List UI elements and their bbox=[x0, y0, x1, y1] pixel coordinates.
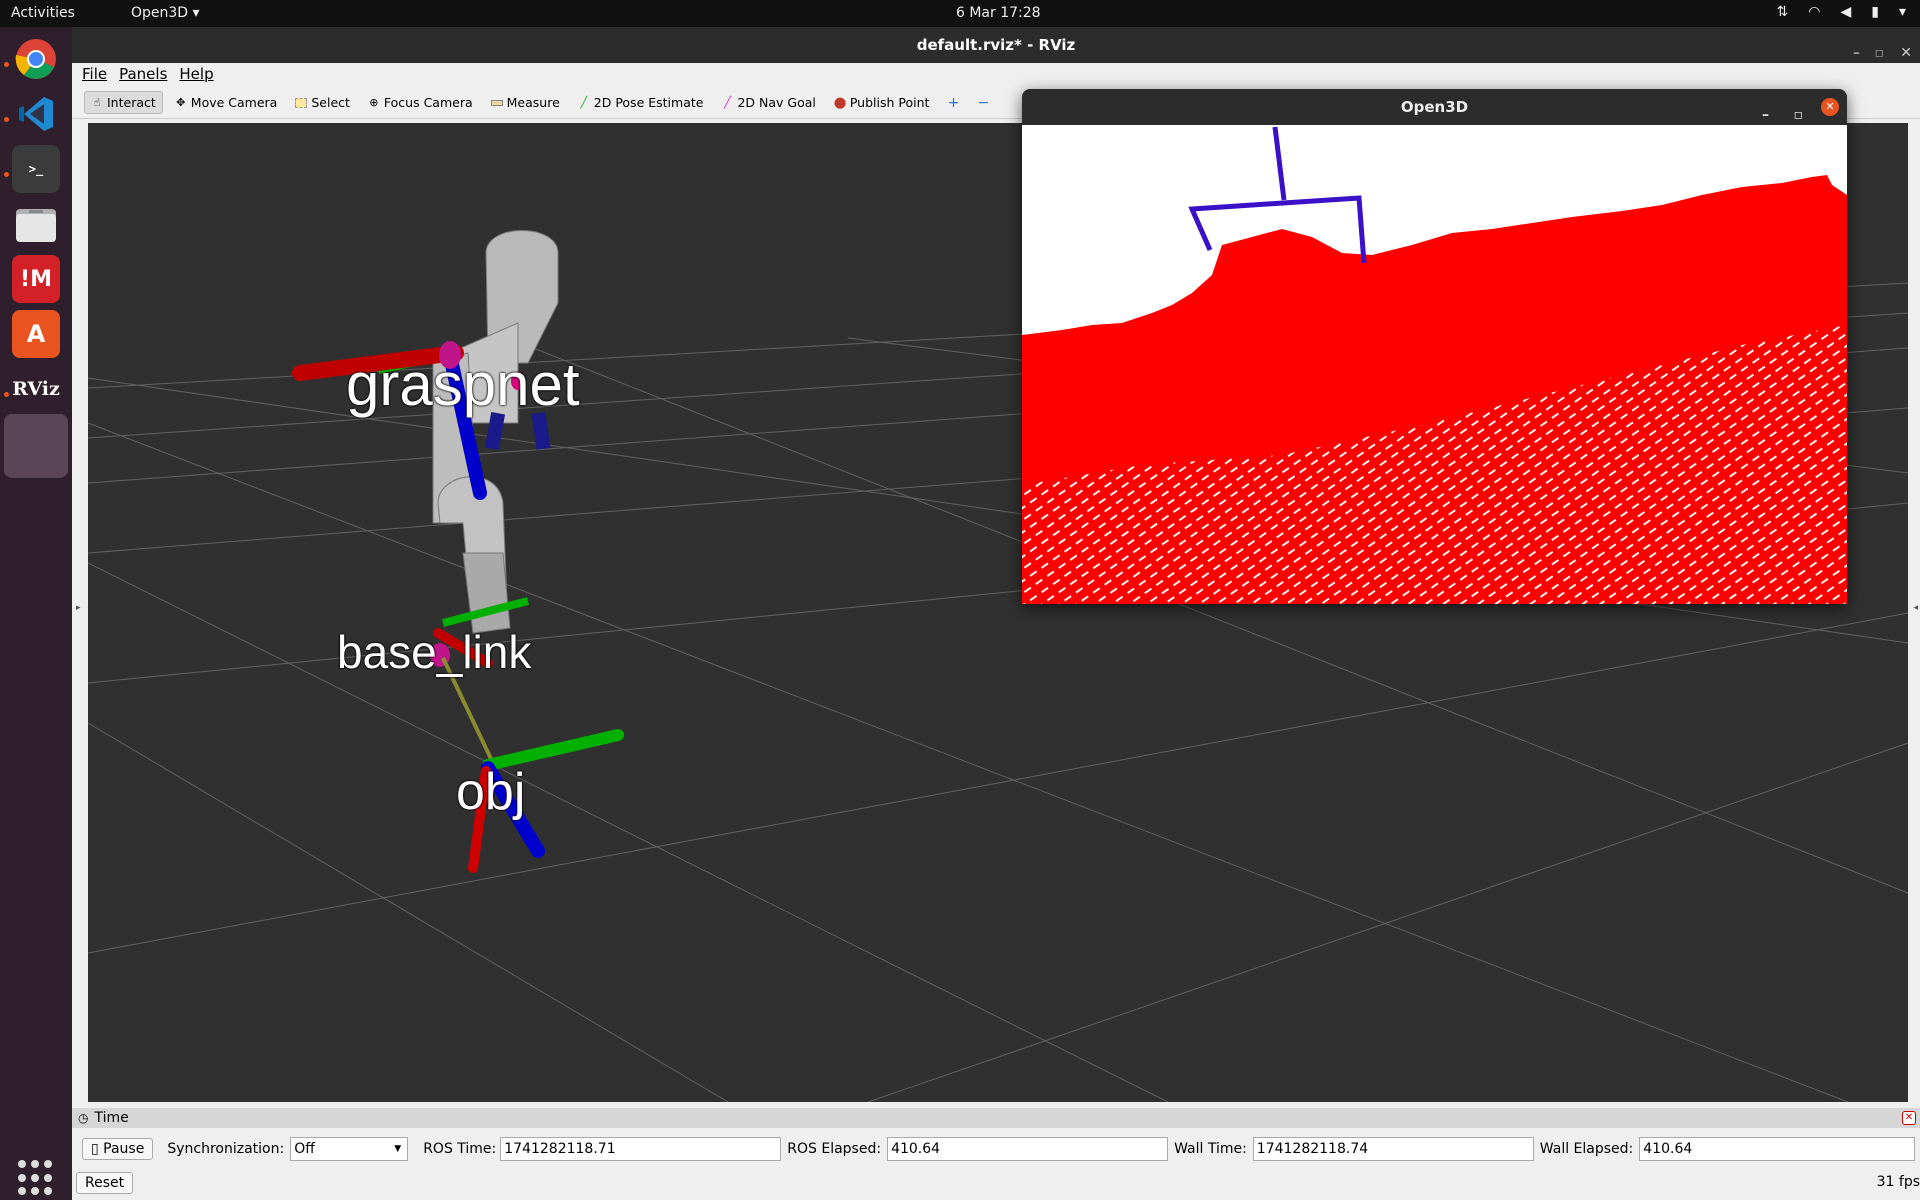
minus-icon: − bbox=[977, 94, 990, 111]
base-link-label: base_link bbox=[337, 626, 532, 678]
plus-icon: + bbox=[947, 94, 960, 111]
move-camera-tool[interactable]: ✥ Move Camera bbox=[169, 92, 284, 113]
system-top-bar: Activities Open3D ▾ 6 Mar 17:28 ⇅ ◠ ◀ ▮ … bbox=[0, 0, 1920, 27]
point-cloud-view[interactable] bbox=[1022, 125, 1847, 604]
wall-time-label: Wall Time: bbox=[1174, 1141, 1247, 1157]
tool-label: Publish Point bbox=[849, 95, 930, 110]
hand-icon: ☝ bbox=[93, 96, 101, 109]
rviz-icon[interactable]: RViz bbox=[12, 365, 60, 413]
vscode-icon[interactable] bbox=[12, 90, 60, 138]
ros-elapsed-label: ROS Elapsed: bbox=[787, 1141, 882, 1157]
ros-time-field[interactable]: 1741282118.71 bbox=[500, 1137, 782, 1161]
mendeley-icon[interactable]: !M bbox=[12, 255, 60, 303]
app-menu[interactable]: Open3D ▾ bbox=[131, 5, 200, 21]
reset-button[interactable]: Reset bbox=[76, 1172, 134, 1194]
open3d-icon[interactable] bbox=[4, 414, 68, 478]
tool-label: Focus Camera bbox=[383, 95, 473, 110]
pin-icon: ⬤ bbox=[833, 96, 847, 109]
wall-elapsed-field[interactable]: 410.64 bbox=[1639, 1137, 1916, 1161]
close-icon[interactable]: ✕ bbox=[1900, 35, 1912, 71]
menu-file[interactable]: File bbox=[82, 63, 107, 87]
measure-tool[interactable]: Measure bbox=[485, 92, 566, 113]
window-title: Open3D bbox=[1400, 98, 1469, 116]
tool-label: 2D Nav Goal bbox=[737, 95, 816, 110]
running-indicator bbox=[4, 172, 9, 177]
select-tool[interactable]: Select bbox=[289, 92, 356, 113]
minimize-icon[interactable]: – bbox=[1853, 35, 1860, 71]
tool-label: Measure bbox=[506, 95, 560, 110]
ruler-icon bbox=[490, 99, 503, 106]
files-icon[interactable] bbox=[12, 200, 60, 248]
network-icon[interactable]: ⇅ bbox=[1777, 4, 1789, 20]
pose-estimate-tool[interactable]: ╱ 2D Pose Estimate bbox=[572, 92, 710, 113]
focus-camera-icon: ⊕ bbox=[369, 96, 379, 109]
show-applications-button[interactable] bbox=[18, 1160, 54, 1196]
left-dock-collapse-icon[interactable]: ▸ bbox=[76, 603, 81, 613]
right-dock-collapse-icon[interactable]: ◂ bbox=[1913, 603, 1918, 613]
menu-bar: File Panels Help bbox=[72, 63, 1920, 87]
chrome-icon[interactable] bbox=[12, 35, 60, 83]
tool-label: Select bbox=[311, 95, 350, 110]
terminal-icon[interactable]: >_ bbox=[12, 145, 60, 193]
power-menu-icon[interactable]: ▾ bbox=[1899, 4, 1906, 20]
add-tool-button[interactable]: + bbox=[941, 92, 965, 114]
sync-value: Off bbox=[294, 1141, 315, 1157]
obj-label: obj bbox=[456, 763, 526, 821]
battery-icon[interactable]: ▮ bbox=[1871, 4, 1879, 20]
focus-camera-tool[interactable]: ⊕ Focus Camera bbox=[362, 92, 479, 113]
graspnet-label: graspnet bbox=[346, 351, 580, 418]
move-camera-icon: ✥ bbox=[176, 96, 186, 109]
synchronization-label: Synchronization: bbox=[167, 1141, 285, 1157]
synchronization-select[interactable]: Off ▼ bbox=[290, 1137, 409, 1161]
software-center-icon[interactable]: A bbox=[12, 310, 60, 358]
nav-goal-tool[interactable]: ╱ 2D Nav Goal bbox=[715, 92, 821, 113]
maximize-icon[interactable]: ▫ bbox=[1875, 35, 1885, 71]
time-panel-title: Time bbox=[94, 1110, 129, 1126]
remove-tool-button[interactable]: − bbox=[971, 92, 995, 114]
open3d-window: Open3D – ▫ ✕ bbox=[1022, 89, 1847, 604]
wall-elapsed-label: Wall Elapsed: bbox=[1539, 1141, 1634, 1157]
nav-goal-icon: ╱ bbox=[724, 96, 731, 109]
pause-label: Pause bbox=[103, 1141, 145, 1157]
window-title: default.rviz* - RViz bbox=[916, 36, 1076, 54]
rviz-title-bar[interactable]: default.rviz* - RViz – ▫ ✕ bbox=[72, 27, 1920, 63]
wifi-icon[interactable]: ◠ bbox=[1808, 4, 1820, 20]
interact-tool[interactable]: ☝ Interact bbox=[84, 91, 163, 114]
chevron-down-icon: ▼ bbox=[394, 1144, 402, 1154]
pose-estimate-icon: ╱ bbox=[580, 96, 588, 109]
publish-point-tool[interactable]: ⬤ Publish Point bbox=[828, 92, 936, 113]
fps-counter: 31 fps bbox=[1876, 1174, 1920, 1190]
tool-label: Move Camera bbox=[190, 95, 278, 110]
dock: >_ !M A RViz bbox=[0, 27, 72, 1200]
close-panel-icon[interactable]: ✕ bbox=[1902, 1111, 1916, 1125]
menu-help[interactable]: Help bbox=[179, 63, 213, 87]
wall-time-field[interactable]: 1741282118.74 bbox=[1252, 1137, 1534, 1161]
ros-time-label: ROS Time: bbox=[423, 1141, 497, 1157]
menu-panels[interactable]: Panels bbox=[119, 63, 167, 87]
robot-arm bbox=[432, 230, 559, 634]
clock-icon: ◷ bbox=[78, 1111, 89, 1125]
pause-button[interactable]: ▯ Pause bbox=[82, 1138, 154, 1160]
open3d-canvas[interactable] bbox=[1022, 125, 1847, 604]
system-tray[interactable]: ⇅ ◠ ◀ ▮ ▾ bbox=[1777, 4, 1906, 20]
time-panel-header[interactable]: ◷ Time ✕ bbox=[72, 1108, 1920, 1128]
select-icon bbox=[295, 97, 308, 108]
activities-button[interactable]: Activities bbox=[11, 5, 75, 21]
ros-elapsed-field[interactable]: 410.64 bbox=[887, 1137, 1169, 1161]
running-indicator bbox=[4, 62, 9, 67]
tool-label: 2D Pose Estimate bbox=[593, 95, 704, 110]
tool-label: Interact bbox=[107, 95, 156, 110]
time-controls-row: ▯ Pause Synchronization: Off ▼ ROS Time: … bbox=[72, 1136, 1920, 1162]
time-panel: ◷ Time ✕ ▯ Pause Synchronization: Off ▼ R… bbox=[72, 1108, 1920, 1200]
open3d-title-bar[interactable]: Open3D – ▫ ✕ bbox=[1022, 89, 1847, 125]
clock[interactable]: 6 Mar 17:28 bbox=[956, 5, 1041, 21]
close-icon[interactable]: ✕ bbox=[1821, 98, 1839, 116]
volume-icon[interactable]: ◀ bbox=[1840, 4, 1851, 20]
running-indicator bbox=[4, 392, 9, 397]
running-indicator bbox=[4, 117, 9, 122]
